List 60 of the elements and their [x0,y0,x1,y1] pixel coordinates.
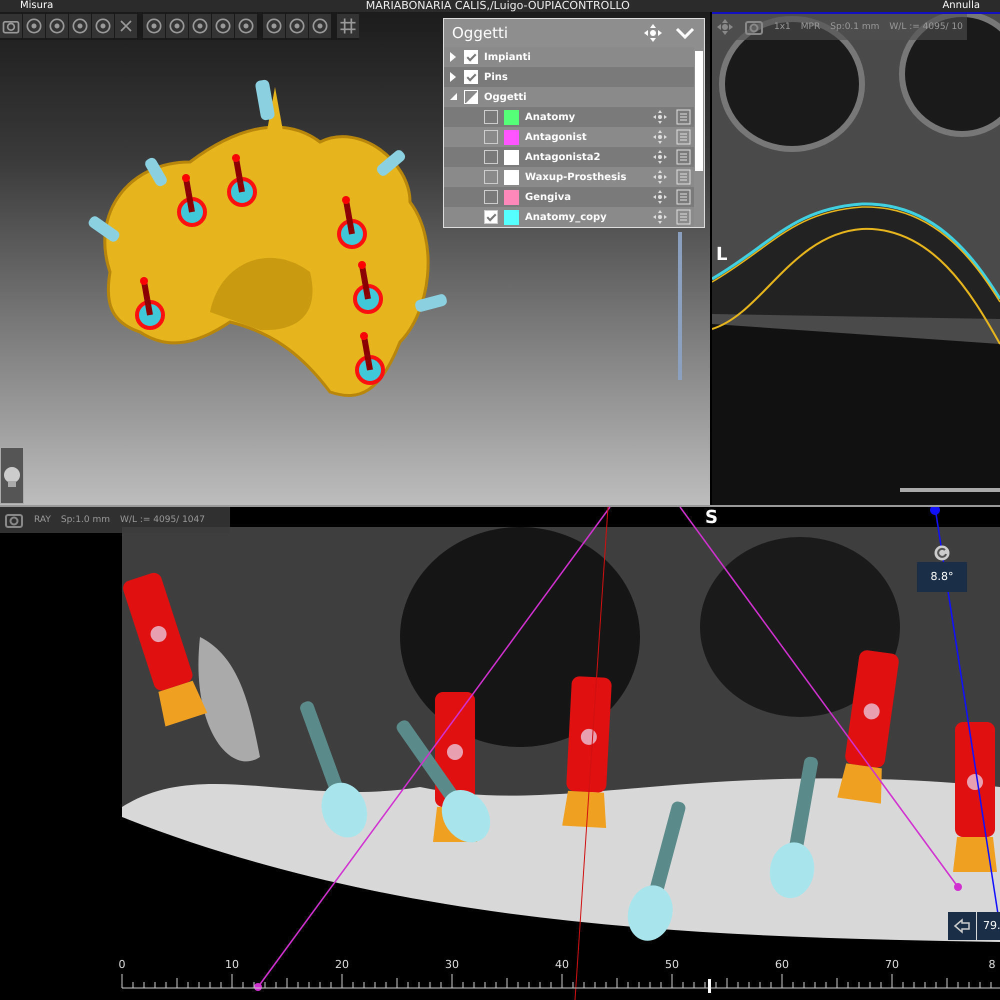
move-icon[interactable] [642,22,664,44]
expand-arrow-icon[interactable] [448,72,458,82]
scrollbar[interactable] [900,488,1000,492]
ruler-label: 8 [988,958,996,971]
checkbox[interactable] [484,170,498,184]
expand-arrow-icon[interactable] [448,52,458,62]
ruler-label: 0 [118,958,126,971]
collapse-arrow-icon[interactable] [448,92,458,102]
ruler-label: 20 [335,958,349,971]
color-swatch[interactable] [504,170,519,184]
orientation-label: L [716,244,728,265]
measurement-value: 79. [977,912,1000,940]
ruler-label: 60 [775,958,789,971]
move-icon[interactable] [652,169,668,185]
menu-icon[interactable] [676,169,692,185]
cancel-button[interactable]: Annulla [942,0,980,12]
ruler-label: 30 [445,958,459,971]
view-info-label: W/L := 4095/ 10 [889,22,963,32]
view-info-label: MPR [800,22,820,32]
view-info-label: Sp:1.0 mm [60,515,110,525]
ruler-label: 50 [665,958,679,971]
menu-icon[interactable] [676,189,692,205]
patient-title: MARIABONARIA CALIS,/Luigo-OUPIACONTROLLO [366,0,630,12]
checkbox[interactable] [484,130,498,144]
close-icon[interactable] [115,14,137,38]
move-icon[interactable] [652,129,668,145]
rotate-icon[interactable] [934,545,950,561]
checkbox[interactable] [484,110,498,124]
menu-icon[interactable] [676,209,692,225]
color-swatch[interactable] [504,210,519,224]
menu-icon[interactable] [676,109,692,125]
color-swatch[interactable] [504,110,519,124]
ruler-label: 10 [225,958,239,971]
scrollbar[interactable] [695,51,703,171]
color-swatch[interactable] [504,130,519,144]
orientation-label: S [705,507,718,528]
grid-icon[interactable] [337,14,359,38]
color-swatch[interactable] [504,190,519,204]
move-icon[interactable] [652,149,668,165]
camera-icon[interactable] [0,14,22,38]
move-icon[interactable] [652,209,668,225]
checkbox[interactable] [484,190,498,204]
arrow-left-icon[interactable] [953,918,971,934]
view-info-label: RAY [34,515,51,525]
checkbox[interactable] [484,150,498,164]
measure-button[interactable]: Misura [20,0,54,12]
view-info-label: Sp:0.1 mm [830,22,880,32]
angle-readout: 8.8° [917,562,967,592]
menu-icon[interactable] [676,129,692,145]
color-swatch[interactable] [504,150,519,164]
move-icon[interactable] [716,18,734,36]
menu-icon[interactable] [676,149,692,165]
ruler-label: 40 [555,958,569,971]
move-icon[interactable] [652,189,668,205]
view-info-label: W/L := 4095/ 1047 [120,515,205,525]
panel-title: Oggetti [452,24,510,42]
ruler-label: 70 [885,958,899,971]
move-icon[interactable] [652,109,668,125]
checkbox[interactable] [484,210,498,224]
view-info-label: 1x1 [774,22,791,32]
